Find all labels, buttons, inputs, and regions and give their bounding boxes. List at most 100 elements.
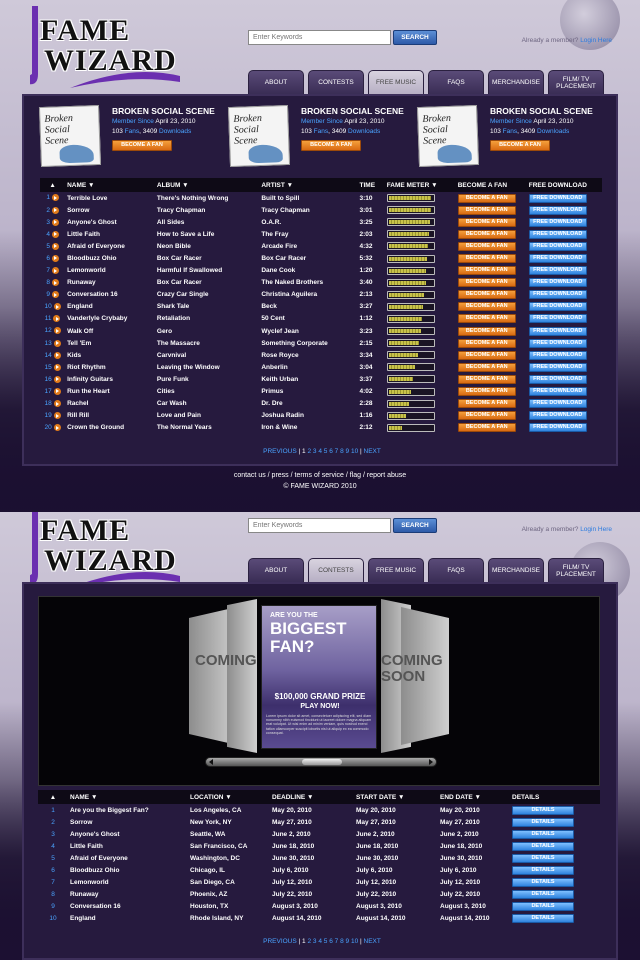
album-name[interactable]: Pure Funk [155, 373, 259, 385]
contest-name[interactable]: Lemonworld [68, 877, 188, 889]
album-name[interactable]: Carvnival [155, 349, 259, 361]
column-header[interactable]: ▲ [40, 178, 66, 192]
login-link[interactable]: Login Here [580, 526, 612, 533]
become-a-fan-button[interactable]: BECOME A FAN [457, 411, 516, 421]
play-icon[interactable] [53, 303, 61, 311]
column-header[interactable]: FAME METER ▼ [384, 178, 456, 192]
artist-name[interactable]: Box Car Racer [259, 252, 357, 264]
page-link[interactable]: 3 [313, 448, 317, 455]
contest-name[interactable]: Conversation 16 [68, 901, 188, 913]
free-download-button[interactable]: FREE DOWNLOAD [528, 241, 587, 251]
page-link[interactable]: 1 [302, 448, 306, 455]
free-download-button[interactable]: FREE DOWNLOAD [528, 193, 587, 203]
artist-name[interactable]: Built to Spill [259, 192, 357, 204]
footer-links[interactable]: contact us / press / terms of service / … [0, 472, 640, 479]
artist-name[interactable]: Something Corporate [259, 337, 357, 349]
play-icon[interactable] [53, 315, 61, 323]
artist-name[interactable]: Rose Royce [259, 349, 357, 361]
play-icon[interactable] [53, 339, 61, 347]
page-link[interactable]: 7 [335, 448, 339, 455]
song-name[interactable]: Infinity Guitars [65, 373, 155, 385]
play-icon[interactable] [51, 267, 59, 274]
play-icon[interactable] [53, 400, 61, 408]
contest-carousel[interactable]: COMING SOON COMING SOON ARE YOU THE BIGG… [38, 596, 600, 786]
page-link[interactable]: 9 [346, 448, 350, 455]
play-icon[interactable] [51, 254, 59, 262]
free-download-button[interactable]: FREE DOWNLOAD [528, 350, 587, 360]
become-a-fan-button[interactable]: BECOME A FAN [457, 229, 516, 239]
become-a-fan-button[interactable]: BECOME A FAN [457, 387, 516, 397]
contest-name[interactable]: England [68, 913, 188, 925]
artist-name[interactable]: Joshua Radin [259, 410, 357, 422]
search-input[interactable] [248, 30, 391, 45]
previous-link[interactable]: PREVIOUS [263, 448, 297, 455]
song-name[interactable]: Bloodbuzz Ohio [65, 252, 155, 264]
tab-about[interactable]: ABOUT [248, 70, 304, 94]
tab-about[interactable]: ABOUT [248, 558, 304, 582]
become-a-fan-button[interactable]: BECOME A FAN [457, 338, 516, 348]
free-download-button[interactable]: FREE DOWNLOAD [528, 399, 587, 409]
album-name[interactable]: Crazy Car Single [155, 289, 259, 301]
become-a-fan-button[interactable]: BECOME A FAN [457, 374, 516, 384]
album-name[interactable]: Retaliation [155, 313, 259, 325]
column-header[interactable]: LOCATION ▼ [188, 790, 270, 804]
artist-name[interactable]: Dr. Dre [259, 398, 357, 410]
artist-name[interactable]: Beck [259, 301, 357, 313]
album-name[interactable]: How to Save a Life [155, 228, 259, 240]
become-a-fan-button[interactable]: BECOME A FAN [457, 314, 516, 324]
play-icon[interactable] [53, 387, 61, 395]
scroll-right-icon[interactable] [429, 759, 433, 765]
free-download-button[interactable]: FREE DOWNLOAD [528, 326, 587, 336]
column-header[interactable]: ▲ [38, 790, 68, 804]
page-link[interactable]: 5 [324, 938, 328, 945]
column-header[interactable]: ARTIST ▼ [259, 178, 358, 192]
page-link[interactable]: 2 [307, 448, 311, 455]
page-link[interactable]: 3 [313, 938, 317, 945]
free-download-button[interactable]: FREE DOWNLOAD [528, 290, 587, 300]
page-link[interactable]: 2 [307, 938, 311, 945]
song-name[interactable]: England [65, 301, 155, 313]
play-icon[interactable] [51, 218, 59, 226]
artist-name[interactable]: O.A.R. [259, 216, 357, 228]
play-icon[interactable] [51, 242, 59, 250]
play-icon[interactable] [51, 291, 59, 299]
song-name[interactable]: Sorrow [65, 204, 155, 216]
song-name[interactable]: Terrible Love [65, 192, 155, 204]
page-link[interactable]: 6 [329, 938, 333, 945]
become-a-fan-button[interactable]: BECOME A FAN [457, 217, 516, 227]
song-name[interactable]: Riot Rhythm [65, 361, 155, 373]
album-name[interactable]: Shark Tale [155, 301, 259, 313]
become-a-fan-button[interactable]: BECOME A FAN [457, 193, 516, 203]
album-name[interactable]: Tracy Chapman [155, 204, 259, 216]
tab-merchandise[interactable]: MERCHANDISE [488, 558, 544, 582]
album-name[interactable]: All Sides [155, 216, 259, 228]
details-button[interactable]: DETAILS [512, 829, 574, 839]
song-name[interactable]: Rachel [65, 398, 155, 410]
become-a-fan-button[interactable]: BECOME A FAN [457, 362, 516, 372]
artist-name[interactable]: The Naked Brothers [259, 277, 357, 289]
page-link[interactable]: 8 [340, 938, 344, 945]
artist-name[interactable]: Arcade Fire [259, 240, 357, 252]
song-name[interactable]: Rill Rill [65, 410, 155, 422]
album-name[interactable]: The Normal Years [155, 422, 259, 434]
contest-name[interactable]: Runaway [68, 889, 188, 901]
fame-wizard-logo[interactable]: FAME WIZARD [30, 4, 190, 88]
contest-name[interactable]: Little Faith [68, 840, 188, 852]
play-icon[interactable] [53, 412, 61, 420]
artist-name[interactable]: BROKEN SOCIAL SCENE [301, 106, 404, 116]
tab-faqs[interactable]: FAQS [428, 558, 484, 582]
next-link[interactable]: NEXT [364, 938, 381, 945]
play-icon[interactable] [51, 230, 59, 238]
column-header[interactable]: DEADLINE ▼ [270, 790, 354, 804]
contest-name[interactable]: Sorrow [68, 816, 188, 828]
artist-name[interactable]: BROKEN SOCIAL SCENE [490, 106, 593, 116]
play-icon[interactable] [53, 363, 61, 371]
album-name[interactable]: Box Car Racer [155, 252, 259, 264]
previous-link[interactable]: PREVIOUS [263, 938, 297, 945]
song-name[interactable]: Crown the Ground [65, 422, 155, 434]
album-name[interactable]: Leaving the Window [155, 361, 259, 373]
album-name[interactable]: The Massacre [155, 337, 259, 349]
album-name[interactable]: Box Car Racer [155, 277, 259, 289]
play-icon[interactable] [53, 351, 61, 359]
album-name[interactable]: Cities [155, 386, 259, 398]
